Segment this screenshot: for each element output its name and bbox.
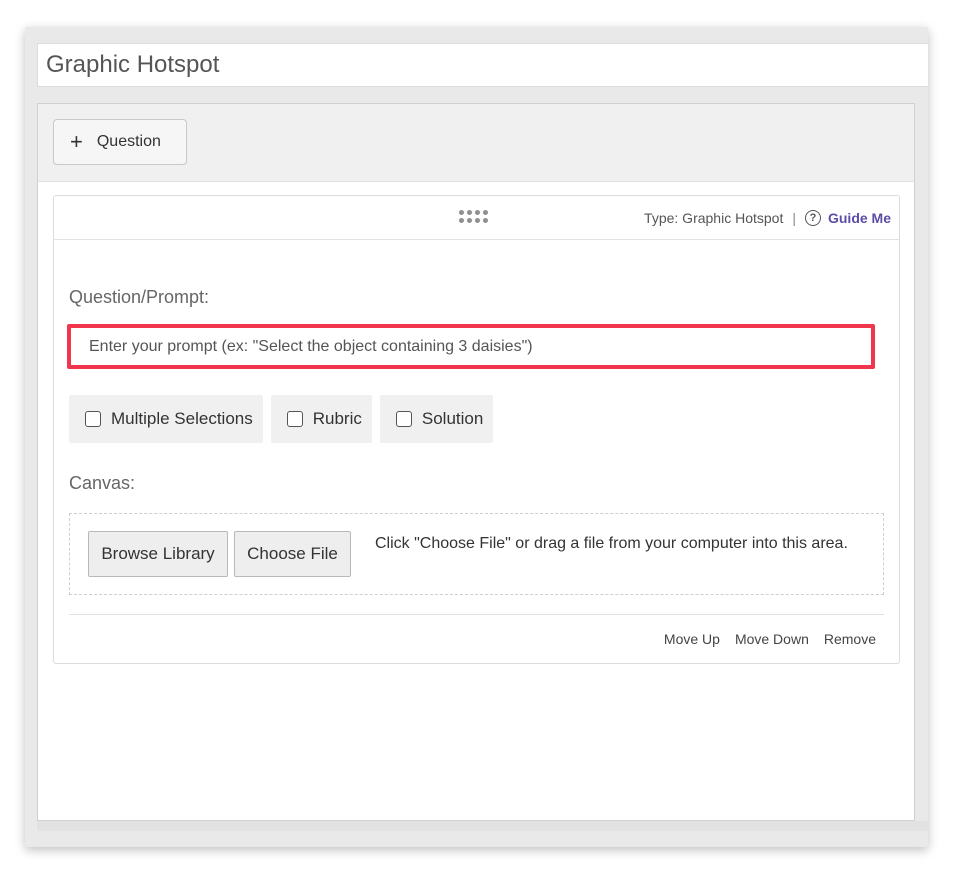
meta-separator: | (792, 209, 796, 226)
canvas-label: Canvas: (69, 473, 136, 493)
choose-file-button[interactable]: Choose File (234, 531, 351, 577)
editor-toolbar: + Question (38, 104, 914, 182)
question-editor: + Question Type: Graphic Hotspot | ? Gui… (37, 103, 915, 821)
plus-icon: + (70, 129, 83, 154)
move-down-link[interactable]: Move Down (735, 631, 809, 647)
dropzone-hint: Click "Choose File" or drag a file from … (375, 535, 848, 552)
move-up-link[interactable]: Move Up (664, 631, 720, 647)
remove-link[interactable]: Remove (824, 631, 876, 647)
rubric-label: Rubric (312, 409, 362, 428)
page-title: Graphic Hotspot (37, 43, 928, 87)
app-frame: Graphic Hotspot + Question Type: Graphic… (25, 27, 928, 847)
multiple-selections-option[interactable]: Multiple Selections (69, 395, 263, 443)
solution-option[interactable]: Solution (379, 395, 494, 443)
option-row: Multiple Selections Rubric Solution (69, 395, 494, 443)
bottom-strip (37, 821, 928, 831)
prompt-input[interactable] (67, 324, 875, 369)
multiple-selections-label: Multiple Selections (111, 409, 253, 428)
solution-label: Solution (421, 409, 484, 428)
add-question-button[interactable]: + Question (53, 119, 187, 165)
help-circle-icon[interactable]: ? (804, 209, 821, 226)
multiple-selections-checkbox[interactable] (85, 411, 101, 427)
rubric-checkbox[interactable] (286, 411, 303, 427)
question-type-label: Type: Graphic Hotspot (644, 209, 784, 226)
guide-me-link[interactable]: Guide Me (828, 210, 891, 226)
card-actions: Move Up Move Down Remove (664, 631, 876, 647)
add-question-label: Question (96, 133, 161, 150)
solution-checkbox[interactable] (395, 411, 412, 427)
card-footer: Move Up Move Down Remove (69, 614, 884, 665)
rubric-option[interactable]: Rubric (270, 395, 372, 443)
card-header: Type: Graphic Hotspot | ? Guide Me (54, 196, 899, 240)
drag-handle-icon[interactable] (459, 210, 493, 226)
card-meta: Type: Graphic Hotspot | ? Guide Me (644, 196, 891, 239)
prompt-label: Question/Prompt: (69, 287, 210, 307)
question-card: Type: Graphic Hotspot | ? Guide Me Quest… (53, 195, 900, 664)
file-dropzone[interactable]: Browse Library Choose File Click "Choose… (69, 513, 884, 595)
browse-library-button[interactable]: Browse Library (88, 531, 228, 577)
